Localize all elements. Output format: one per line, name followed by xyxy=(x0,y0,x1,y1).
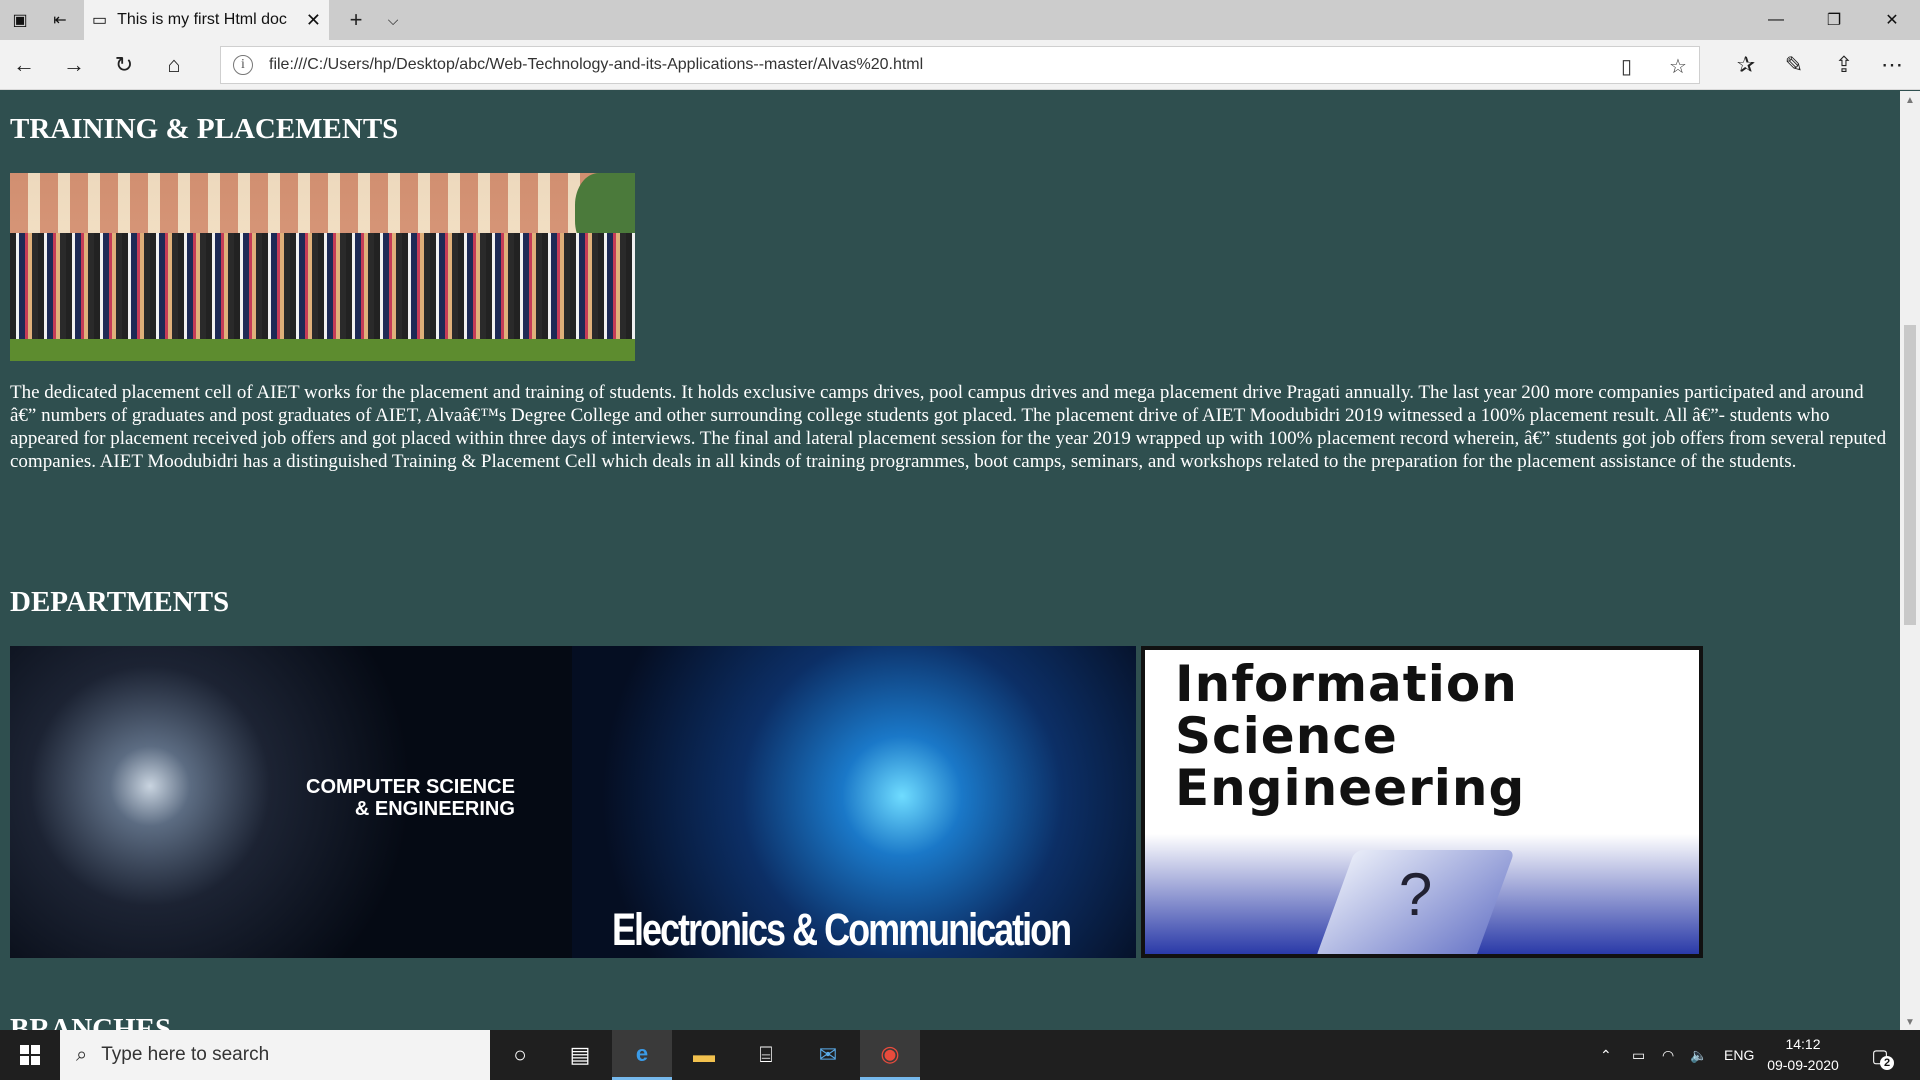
dept-ise-line3: Engineering xyxy=(1175,759,1526,817)
scroll-down-icon[interactable]: ▼ xyxy=(1900,1013,1920,1031)
battery-icon[interactable]: ▭ xyxy=(1632,1030,1645,1080)
taskbar-search[interactable]: ⌕ Type here to search xyxy=(60,1030,490,1080)
wifi-icon[interactable]: ◠ xyxy=(1662,1030,1674,1080)
address-url[interactable]: file:///C:/Users/hp/Desktop/abc/Web-Tech… xyxy=(269,56,923,74)
start-button[interactable] xyxy=(0,1030,60,1080)
training-heading: TRAINING & PLACEMENTS xyxy=(10,113,399,145)
page-content: TRAINING & PLACEMENTS The dedicated plac… xyxy=(0,91,1900,1031)
notification-center-icon[interactable]: ▢ 2 xyxy=(1864,1040,1896,1072)
refresh-icon[interactable]: ↻ xyxy=(104,45,144,85)
back-icon[interactable]: ← xyxy=(4,45,44,85)
dept-ise-label: Information Science Engineering xyxy=(1175,658,1525,814)
tab-actions-icon[interactable]: ▣ xyxy=(0,0,40,40)
search-placeholder: Type here to search xyxy=(101,1044,270,1065)
tab-preview-chevron-icon[interactable]: ⌵ xyxy=(378,0,408,40)
taskbar: ⌕ Type here to search ○ ▤ e ▬ ⌸ ✉ ◉ ⌃ ▭ … xyxy=(0,1030,1920,1080)
windows-logo-icon xyxy=(20,1045,40,1065)
notification-count: 2 xyxy=(1880,1056,1894,1070)
tab-bar: ▣ ⇤ ▭ This is my first Html doc ✕ + ⌵ — … xyxy=(0,0,1920,40)
store-icon[interactable]: ⌸ xyxy=(736,1030,796,1080)
navigation-bar: ← → ↻ ⌂ i file:///C:/Users/hp/Desktop/ab… xyxy=(0,40,1920,90)
show-hidden-icons-chevron[interactable]: ⌃ xyxy=(1600,1030,1612,1080)
pen-icon[interactable]: ✎ xyxy=(1774,45,1814,85)
tab-title: This is my first Html doc xyxy=(117,11,287,28)
task-view-icon[interactable]: ▤ xyxy=(550,1030,610,1080)
placement-group-photo xyxy=(10,173,635,361)
clock[interactable]: 14:12 09-09-2020 xyxy=(1760,1034,1846,1076)
scrollbar-thumb[interactable] xyxy=(1904,325,1916,625)
close-tab-icon[interactable]: ✕ xyxy=(306,10,321,31)
training-paragraph: The dedicated placement cell of AIET wor… xyxy=(10,382,1887,472)
forward-icon[interactable]: → xyxy=(54,45,94,85)
language-indicator[interactable]: ENG xyxy=(1724,1030,1754,1080)
chrome-icon[interactable]: ◉ xyxy=(860,1030,920,1080)
set-aside-tabs-icon[interactable]: ⇤ xyxy=(40,0,80,40)
scroll-up-icon[interactable]: ▲ xyxy=(1900,91,1920,109)
restore-button[interactable]: ❐ xyxy=(1804,0,1864,40)
branches-heading: BRANCHES xyxy=(10,1013,172,1031)
minimize-button[interactable]: — xyxy=(1746,0,1806,40)
share-icon[interactable]: ⇪ xyxy=(1824,45,1864,85)
dept-ise-key-glyph: ? xyxy=(1398,861,1433,928)
dept-cse-label: COMPUTER SCIENCE & ENGINEERING xyxy=(306,776,515,820)
address-bar[interactable]: i file:///C:/Users/hp/Desktop/abc/Web-Te… xyxy=(220,46,1700,84)
dept-cse-line1: COMPUTER SCIENCE xyxy=(306,776,515,798)
favorite-star-icon[interactable]: ☆ xyxy=(1669,54,1687,79)
reading-view-icon[interactable]: ▯ xyxy=(1621,54,1632,79)
dept-ece-image: Electronics & Communication Engineering xyxy=(572,646,1136,958)
dept-cse-image: COMPUTER SCIENCE & ENGINEERING xyxy=(10,646,572,958)
favorites-list-icon[interactable]: ✰ xyxy=(1726,45,1766,85)
dept-ise-line2: Science xyxy=(1175,707,1398,765)
vertical-scrollbar[interactable]: ▲ ▼ xyxy=(1900,91,1920,1031)
mail-icon[interactable]: ✉ xyxy=(798,1030,858,1080)
search-icon: ⌕ xyxy=(76,1043,88,1066)
dept-ise-line1: Information xyxy=(1175,655,1518,713)
cortana-icon[interactable]: ○ xyxy=(490,1030,550,1080)
new-tab-button[interactable]: + xyxy=(338,0,374,40)
info-icon[interactable]: i xyxy=(233,55,253,75)
photo-crowd xyxy=(10,233,635,343)
close-window-button[interactable]: ✕ xyxy=(1862,0,1920,40)
dept-ece-label: Electronics & Communication Engineering xyxy=(612,903,1072,959)
volume-icon[interactable]: 🔈 xyxy=(1690,1030,1707,1080)
browser-tab[interactable]: ▭ This is my first Html doc ✕ xyxy=(84,0,329,40)
photo-grass xyxy=(10,339,635,361)
home-icon[interactable]: ⌂ xyxy=(154,45,194,85)
page-icon: ▭ xyxy=(92,12,108,29)
file-explorer-icon[interactable]: ▬ xyxy=(674,1030,734,1080)
dept-cse-line2: & ENGINEERING xyxy=(354,798,515,820)
clock-date: 09-09-2020 xyxy=(1767,1057,1839,1073)
clock-time: 14:12 xyxy=(1785,1036,1821,1052)
departments-heading: DEPARTMENTS xyxy=(10,586,230,618)
edge-browser-icon[interactable]: e xyxy=(612,1030,672,1080)
more-icon[interactable]: ⋯ xyxy=(1872,45,1912,85)
dept-ise-image: ? Information Science Engineering xyxy=(1141,646,1703,958)
